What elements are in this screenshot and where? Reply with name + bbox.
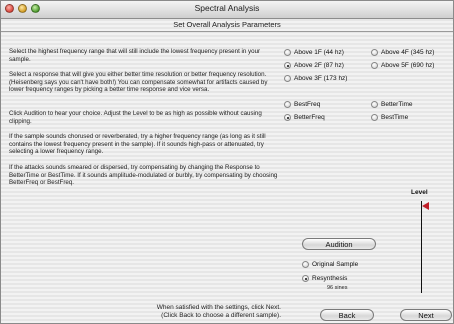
back-button[interactable]: Back xyxy=(320,309,374,321)
level-slider-thumb[interactable] xyxy=(422,201,429,210)
radio-bettertime[interactable]: BetterTime xyxy=(371,101,413,108)
radio-button[interactable] xyxy=(371,101,378,108)
instruction-chorused: If the sample sounds chorused or reverbe… xyxy=(9,133,266,156)
radio-label: BetterTime xyxy=(381,101,413,108)
level-label: Level xyxy=(411,189,428,196)
section-header: Set Overall Analysis Parameters xyxy=(173,20,281,29)
radio-above-5f[interactable]: Above 5F (690 hz) xyxy=(371,62,434,69)
radio-betterfreq[interactable]: BetterFreq xyxy=(284,114,325,121)
radio-label: BetterFreq xyxy=(294,114,325,121)
radio-above-4f[interactable]: Above 4F (345 hz) xyxy=(371,49,434,56)
radio-label: Above 1F (44 hz) xyxy=(294,49,344,56)
radio-besttime[interactable]: BestTime xyxy=(371,114,408,121)
radio-label: Above 5F (690 hz) xyxy=(381,62,435,69)
instruction-audition: Click Audition to hear your choice. Adju… xyxy=(9,110,262,125)
level-slider-track[interactable] xyxy=(421,201,422,293)
sines-count: 96 sines xyxy=(327,285,348,291)
radio-original-sample[interactable]: Original Sample xyxy=(302,261,358,268)
footer-instruction-next: When satisfied with the settings, click … xyxy=(156,304,281,311)
radio-resynthesis[interactable]: Resynthesis xyxy=(302,275,347,282)
radio-button[interactable] xyxy=(371,114,378,121)
radio-label: BestTime xyxy=(381,114,409,121)
radio-button[interactable] xyxy=(284,62,291,69)
radio-button[interactable] xyxy=(284,49,291,56)
radio-button[interactable] xyxy=(371,49,378,56)
audition-button[interactable]: Audition xyxy=(302,238,376,250)
instruction-response: Select a response that will give you eit… xyxy=(9,71,268,94)
header-divider xyxy=(1,31,453,32)
next-button[interactable]: Next xyxy=(400,309,452,321)
radio-bestfreq[interactable]: BestFreq xyxy=(284,101,320,108)
radio-above-1f[interactable]: Above 1F (44 hz) xyxy=(284,49,344,56)
radio-label: Above 4F (345 hz) xyxy=(381,49,435,56)
instruction-attacks: If the attacks sounds smeared or dispers… xyxy=(9,164,278,187)
radio-label: Resynthesis xyxy=(312,275,348,282)
instruction-frequency-range: Select the highest frequency range that … xyxy=(9,48,261,63)
radio-label: Original Sample xyxy=(312,261,359,268)
radio-above-2f[interactable]: Above 2F (87 hz) xyxy=(284,62,344,69)
radio-label: Above 3F (173 hz) xyxy=(294,75,348,82)
radio-button[interactable] xyxy=(284,101,291,108)
radio-button[interactable] xyxy=(284,75,291,82)
spectral-analysis-window: Spectral Analysis Set Overall Analysis P… xyxy=(0,0,454,324)
window-title: Spectral Analysis xyxy=(194,3,260,13)
radio-label: BestFreq xyxy=(294,101,321,108)
radio-button[interactable] xyxy=(302,275,309,282)
radio-label: Above 2F (87 hz) xyxy=(294,62,344,69)
radio-button[interactable] xyxy=(302,261,309,268)
title-bar[interactable]: Spectral Analysis xyxy=(1,1,453,19)
radio-above-3f[interactable]: Above 3F (173 hz) xyxy=(284,75,347,82)
radio-button[interactable] xyxy=(371,62,378,69)
radio-button[interactable] xyxy=(284,114,291,121)
footer-instruction-back: (Click Back to choose a different sample… xyxy=(161,312,281,319)
